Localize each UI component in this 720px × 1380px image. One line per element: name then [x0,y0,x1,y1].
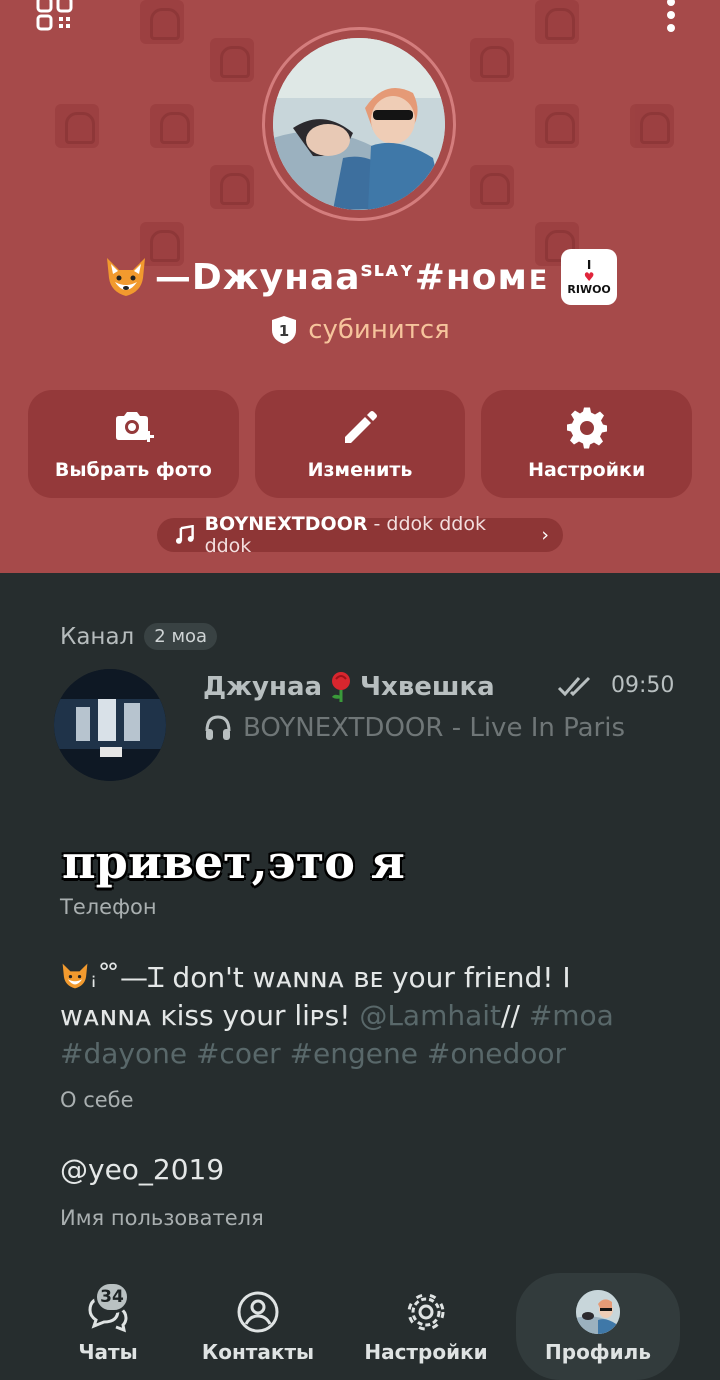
background-pattern-tile [210,165,254,209]
gear-icon [407,1293,445,1330]
camera-plus-icon [116,412,155,442]
channel-time: 09:50 [611,673,675,698]
profile-name: —Dжунааsʟᴀʏ#ʜᴏᴍᴇ [154,256,550,298]
person-circle-icon [237,1291,279,1332]
more-menu-button[interactable] [656,0,686,36]
qr-code-icon [36,0,73,31]
edit-button[interactable]: Изменить [254,390,466,498]
nav-profile-avatar [576,1289,620,1334]
chevron-right-icon: › [541,524,549,546]
nav-contacts[interactable]: Контакты [186,1273,330,1380]
rose-emoji-icon [332,672,351,702]
profile-avatar[interactable] [273,38,445,210]
background-pattern-tile [210,38,254,82]
settings-button[interactable]: Настройки [481,390,693,498]
profile-header: —Dжунааsʟᴀʏ#ʜᴏᴍᴇ I ♥ RIWOO 1 субинится В… [0,0,720,573]
channel-avatar[interactable] [54,669,166,781]
channel-avatar-image [54,669,166,781]
double-check-icon [557,676,591,696]
svg-text:1: 1 [279,322,289,340]
channel-message-meta: 09:50 [557,673,674,698]
channel-header: Канал 2 моа [60,623,218,650]
choose-photo-button[interactable]: Выбрать фото [28,390,239,498]
phone-label: Телефон [60,895,157,919]
avatar-photo [273,38,445,210]
riwoo-emoji-badge: I ♥ RIWOO [561,249,618,305]
nav-chats-label: Чаты [78,1339,138,1364]
profile-name-row: —Dжунааsʟᴀʏ#ʜᴏᴍᴇ I ♥ RIWOO [0,247,720,307]
profile-status-text: субинится [308,315,450,345]
background-pattern-tile [55,104,99,148]
username-value[interactable]: @yeo_2019 [60,1153,224,1186]
background-pattern-tile [470,165,514,209]
profile-content: Канал 2 моа Джунаа Чхвешка 09:50 BOYNEXT… [0,573,720,1273]
fox-emoji-icon [106,258,145,296]
username-label: Имя пользователя [60,1206,264,1230]
bio-text: ꜟ˚ ̊—Ɪ don't ᴡᴀɴɴᴀ ʙᴇ your friᴇnd! I ᴡᴀɴ… [60,961,614,1070]
nav-settings-label: Настройки [364,1339,488,1364]
channel-last-message: BOYNEXTDOOR - Live In Paris [203,713,625,743]
more-vertical-icon [667,0,675,32]
channel-name[interactable]: Джунаа Чхвешка [203,671,495,703]
unread-badge: 34 [94,1281,130,1313]
fox-emoji-icon [62,963,88,989]
channel-label: Канал [60,623,135,650]
music-artist: BOYNEXTDOOR [204,513,368,535]
background-pattern-tile [535,104,579,148]
profile-actions: Выбрать фото Изменить Настройки [28,390,693,498]
gear-icon [566,407,607,449]
background-pattern-tile [140,0,184,44]
background-pattern-tile [150,104,194,148]
profile-avatar-ring[interactable] [262,27,456,221]
music-note-icon [175,525,194,544]
edit-label: Изменить [307,459,413,481]
choose-photo-label: Выбрать фото [54,459,212,481]
now-playing-pill[interactable]: BOYNEXTDOOR - ddok ddok ddok › [157,513,563,557]
channel-badge: 2 моа [144,623,218,650]
background-pattern-tile [630,104,674,148]
qr-code-button[interactable] [34,0,76,36]
nav-profile-label: Профиль [545,1339,651,1364]
overlay-caption: привет,это я [62,835,405,889]
bio-mention[interactable]: @Lamhait [359,999,501,1032]
nav-settings[interactable]: Настройки [354,1273,498,1380]
nav-contacts-label: Контакты [201,1339,315,1364]
shield-level-icon: 1 [272,316,297,344]
nav-chats[interactable]: Чаты 34 [36,1273,180,1380]
background-pattern-tile [535,0,579,44]
headphones-icon [205,715,231,740]
pencil-icon [345,411,377,443]
settings-label: Настройки [528,459,646,481]
heart-icon: ♥ [583,269,595,284]
profile-status-row: 1 субинится [0,310,720,350]
background-pattern-tile [470,38,514,82]
bio-label: О себе [60,1088,134,1112]
nav-profile[interactable]: Профиль [516,1273,680,1380]
bottom-navigation: Чаты 34 Контакты Настройки Профиль [0,1273,720,1380]
avatar-photo [576,1289,620,1334]
